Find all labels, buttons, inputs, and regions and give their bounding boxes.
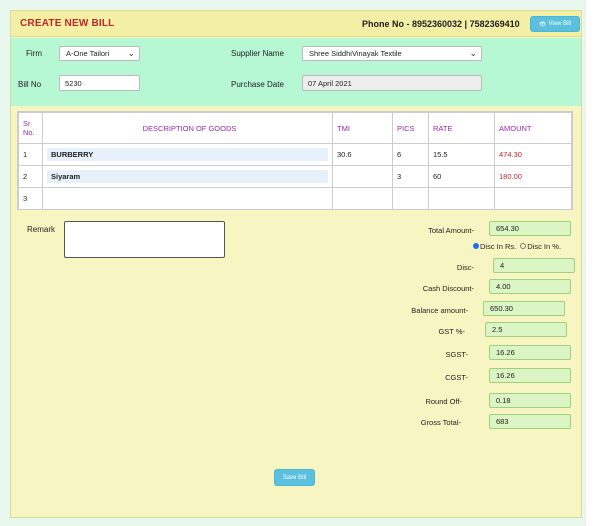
sgst-field[interactable]: 16.26: [489, 345, 571, 360]
gross-total-label: Gross Total-: [420, 418, 461, 427]
col-sr: Sr No.: [18, 112, 43, 144]
description-input[interactable]: [42, 187, 333, 210]
discount-type-radios: Disc In Rs. Disc In %.: [473, 242, 561, 251]
row-sr: 1: [18, 143, 43, 166]
chevron-down-icon: ⌄: [127, 48, 135, 58]
page-edge: [585, 0, 602, 526]
total-amount-label: Total Amount-: [428, 226, 474, 235]
supplier-value: Shree SiddhiVinayak Textile: [309, 49, 402, 58]
table-row: 2 Siyaram 3 60 180.00: [18, 165, 572, 188]
balance-label: Balance amount-: [411, 306, 468, 315]
sgst-label: SGST-: [445, 350, 468, 359]
firm-select[interactable]: A-One Tailori ⌄: [59, 46, 140, 61]
rate-cell[interactable]: 15.5: [428, 143, 495, 166]
gross-total-field[interactable]: 683: [489, 414, 571, 429]
col-rate: RATE: [428, 112, 495, 144]
amount-cell: 474.30: [494, 143, 572, 166]
card-header: CREATE NEW BILL Phone No - 8952360032 | …: [11, 11, 581, 37]
gst-pct-field[interactable]: 2.5: [485, 322, 567, 337]
col-amount: AMOUNT: [494, 112, 572, 144]
description-input[interactable]: Siyaram: [47, 170, 328, 183]
page-title: CREATE NEW BILL: [20, 18, 115, 29]
amount-cell: [494, 187, 572, 210]
col-description: DESCRIPTION OF GOODS: [42, 112, 333, 144]
purchase-date-label: Purchase Date: [231, 80, 284, 89]
pics-cell[interactable]: [392, 187, 429, 210]
cash-discount-field[interactable]: 4.00: [489, 279, 571, 294]
balance-field[interactable]: 650.30: [483, 301, 565, 316]
remark-label: Remark: [27, 225, 56, 234]
disc-label: Disc-: [456, 263, 474, 272]
pics-cell[interactable]: 3: [392, 165, 429, 188]
cash-discount-label: Cash Discount-: [422, 284, 474, 293]
disc-rs-option[interactable]: Disc In Rs.: [473, 242, 516, 251]
round-off-field[interactable]: 0.18: [489, 393, 571, 408]
gst-pct-label: GST %-: [438, 327, 465, 336]
table-header-row: Sr No. DESCRIPTION OF GOODS TMI PICS RAT…: [18, 112, 572, 144]
save-bill-button[interactable]: Save Bill: [274, 469, 315, 486]
view-bill-label: View Bill: [548, 21, 572, 27]
bill-no-field[interactable]: 5230: [59, 75, 140, 91]
table-row: 1 BURBERRY 30.6 6 15.5 474.30: [18, 143, 572, 166]
remark-textarea[interactable]: [64, 221, 225, 258]
bill-card: CREATE NEW BILL Phone No - 8952360032 | …: [10, 10, 582, 518]
chevron-down-icon: ⌄: [469, 48, 477, 58]
disc-pct-option[interactable]: Disc In %.: [520, 242, 561, 251]
phone-number: Phone No - 8952360032 | 7582369410: [362, 19, 520, 29]
bill-form: Firm A-One Tailori ⌄ Supplier Name Shree…: [11, 38, 581, 106]
amount-cell: 180.00: [494, 165, 572, 188]
tmi-cell[interactable]: [332, 187, 393, 210]
disc-field[interactable]: 4: [493, 258, 575, 273]
col-tmi: TMI: [332, 112, 393, 144]
radio-empty-icon: [520, 243, 527, 249]
rate-cell[interactable]: [428, 187, 495, 210]
col-pics: PICS: [392, 112, 429, 144]
purchase-date-field[interactable]: 07 April 2021: [302, 75, 482, 91]
tmi-cell[interactable]: 30.6: [332, 143, 393, 166]
supplier-label: Supplier Name: [231, 49, 284, 58]
cgst-label: CGST-: [445, 373, 468, 382]
round-off-label: Round Off-: [425, 397, 462, 406]
eye-icon: 👁: [538, 21, 547, 28]
supplier-select[interactable]: Shree SiddhiVinayak Textile ⌄: [302, 46, 482, 61]
tmi-cell[interactable]: [332, 165, 393, 188]
view-bill-button[interactable]: 👁 View Bill: [530, 16, 580, 32]
goods-table: Sr No. DESCRIPTION OF GOODS TMI PICS RAT…: [17, 111, 573, 210]
description-input[interactable]: BURBERRY: [47, 148, 328, 161]
row-sr: 2: [18, 165, 43, 188]
bill-no-label: Bill No: [18, 80, 42, 89]
cgst-field[interactable]: 16.26: [489, 368, 571, 383]
radio-selected-icon: [473, 243, 479, 249]
firm-value: A-One Tailori: [66, 49, 110, 58]
row-sr: 3: [18, 187, 43, 210]
table-row: 3: [18, 187, 572, 210]
pics-cell[interactable]: 6: [392, 143, 429, 166]
firm-label: Firm: [26, 49, 42, 58]
rate-cell[interactable]: 60: [428, 165, 495, 188]
total-amount-field[interactable]: 654.30: [489, 221, 571, 236]
